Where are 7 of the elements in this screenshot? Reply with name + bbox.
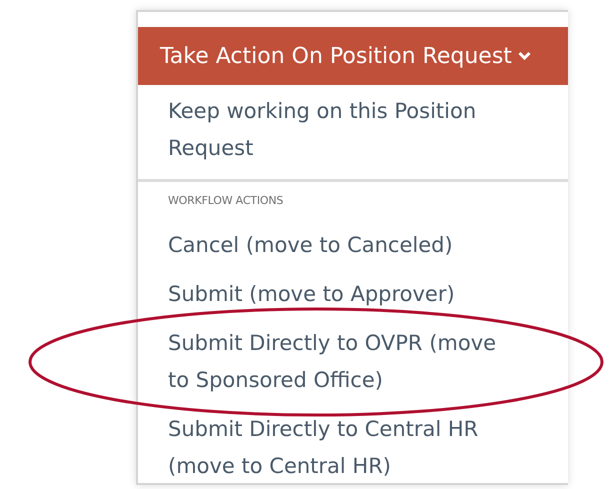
take-action-button[interactable]: Take Action On Position Request	[138, 27, 568, 85]
section-heading: WORKFLOW ACTIONS	[167, 193, 284, 209]
chevron-down-icon	[518, 51, 531, 61]
menu-item[interactable]: Keep working on this Position Request	[138, 93, 568, 167]
menu-item[interactable]: Submit (move to Approver)	[138, 276, 568, 313]
menu-item[interactable]: Submit Directly to Central HR (move to Central HR)	[138, 411, 568, 485]
menu-item[interactable]: Cancel (move to Canceled)	[138, 227, 568, 264]
